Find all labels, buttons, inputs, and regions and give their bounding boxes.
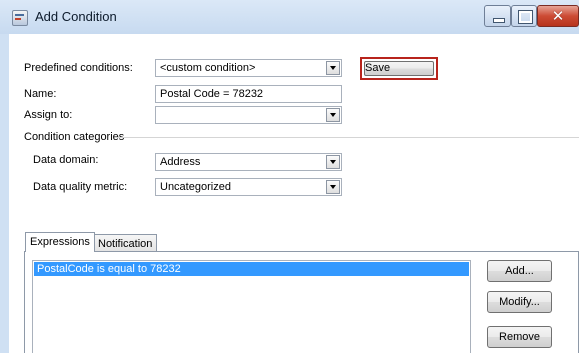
predefined-conditions-dropdown[interactable]: <custom condition> (155, 59, 342, 77)
modify-button-label: Modify... (499, 296, 540, 308)
tab-expressions-label: Expressions (30, 236, 90, 248)
condition-categories-label: Condition categories (24, 131, 125, 143)
tab-notification[interactable]: Notification (93, 234, 158, 252)
list-item[interactable]: PostalCode is equal to 78232 (34, 262, 469, 276)
chevron-down-icon[interactable] (326, 61, 340, 75)
name-label: Name: (24, 88, 57, 100)
chevron-down-icon[interactable] (326, 108, 340, 122)
name-value: Postal Code = 78232 (160, 88, 264, 100)
remove-button-label: Remove (499, 331, 540, 343)
predefined-conditions-label: Predefined conditions: (24, 62, 133, 74)
chevron-down-icon[interactable] (326, 180, 340, 194)
add-button[interactable]: Add... (487, 260, 552, 282)
window-title: Add Condition (35, 9, 117, 24)
save-button[interactable]: Save (360, 57, 438, 80)
group-divider (115, 137, 579, 138)
expressions-list[interactable]: PostalCode is equal to 78232 (32, 260, 471, 353)
data-quality-metric-label: Data quality metric: (33, 181, 128, 193)
data-quality-metric-dropdown[interactable]: Uncategorized (155, 178, 342, 196)
dialog-body: Predefined conditions: <custom condition… (9, 34, 579, 353)
save-button-label: Save (364, 61, 434, 76)
tab-expressions[interactable]: Expressions (25, 232, 95, 252)
maximize-button[interactable] (511, 5, 537, 27)
assign-to-label: Assign to: (24, 109, 73, 121)
add-button-label: Add... (505, 265, 534, 277)
data-domain-value: Address (160, 156, 201, 168)
close-button[interactable]: ✕ (537, 5, 579, 27)
predefined-conditions-value: <custom condition> (160, 62, 256, 74)
add-condition-window: Add Condition ✕ Predefined conditions: <… (0, 0, 579, 353)
tab-notification-label: Notification (98, 238, 153, 250)
data-domain-dropdown[interactable]: Address (155, 153, 342, 171)
modify-button[interactable]: Modify... (487, 291, 552, 313)
assign-to-dropdown[interactable] (155, 106, 342, 124)
data-domain-label: Data domain: (33, 154, 99, 166)
close-icon: ✕ (551, 8, 565, 25)
remove-button[interactable]: Remove (487, 326, 552, 348)
expressions-panel: PostalCode is equal to 78232 Add... Modi… (24, 251, 579, 353)
minimize-button[interactable] (484, 5, 511, 27)
data-quality-metric-value: Uncategorized (160, 181, 231, 193)
name-field[interactable]: Postal Code = 78232 (155, 85, 342, 103)
app-icon (12, 10, 28, 26)
chevron-down-icon[interactable] (326, 155, 340, 169)
title-bar[interactable]: Add Condition ✕ (0, 0, 579, 34)
